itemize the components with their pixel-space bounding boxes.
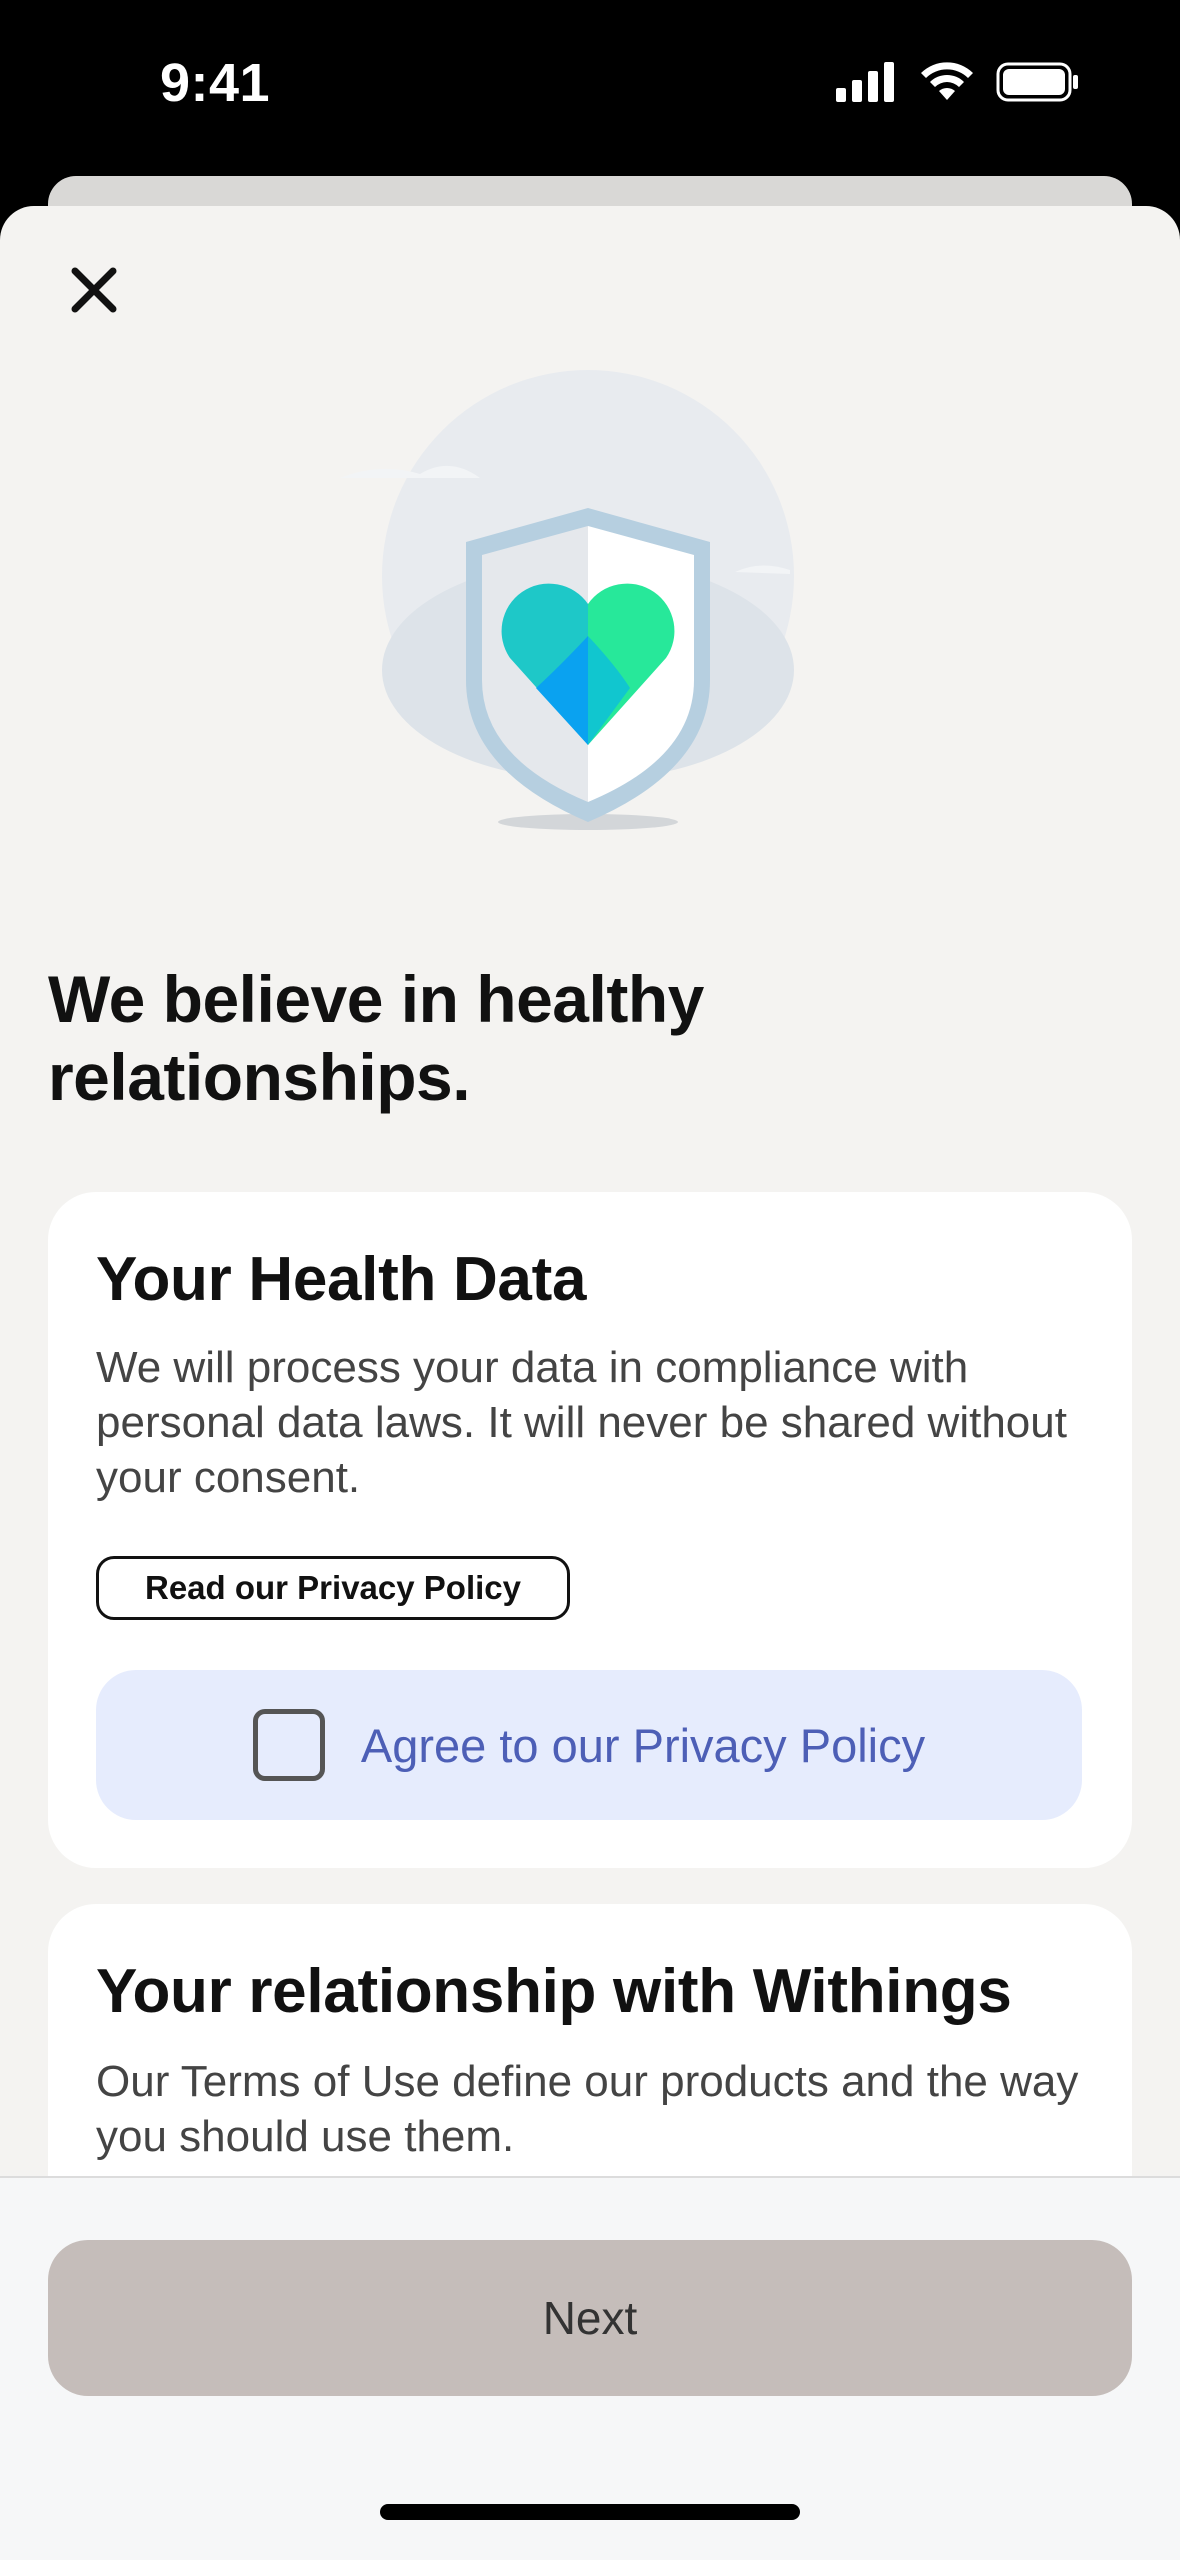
page-title: We believe in healthy relationships.: [48, 962, 704, 1114]
health-data-title: Your Health Data: [96, 1245, 587, 1314]
agree-checkbox[interactable]: [252, 1709, 325, 1781]
footer: Next: [0, 2176, 1180, 2560]
privacy-shield-illustration: [340, 370, 800, 840]
next-button[interactable]: Next: [48, 2240, 1132, 2396]
agree-privacy-policy-toggle[interactable]: Agree to our Privacy Policy: [96, 1670, 1082, 1820]
signal-icon: [836, 62, 894, 102]
relationship-description: Our Terms of Use define our products and…: [96, 2057, 1079, 2161]
wifi-icon: [921, 62, 973, 100]
read-privacy-policy-button[interactable]: Read our Privacy Policy: [96, 1556, 570, 1620]
health-data-card: Your Health Data We will process your da…: [48, 1192, 1132, 1868]
status-bar: 9:41: [0, 0, 1180, 175]
health-data-description: We will process your data in compliance …: [96, 1343, 1067, 1502]
relationship-title: Your relationship with Withings: [96, 1957, 1012, 2026]
close-button[interactable]: [62, 258, 126, 322]
status-icons: [836, 62, 1080, 102]
agree-label: Agree to our Privacy Policy: [360, 1718, 926, 1772]
home-indicator: [380, 2504, 800, 2520]
status-time: 9:41: [160, 53, 271, 113]
close-icon: [71, 267, 117, 313]
battery-icon: [996, 62, 1078, 102]
